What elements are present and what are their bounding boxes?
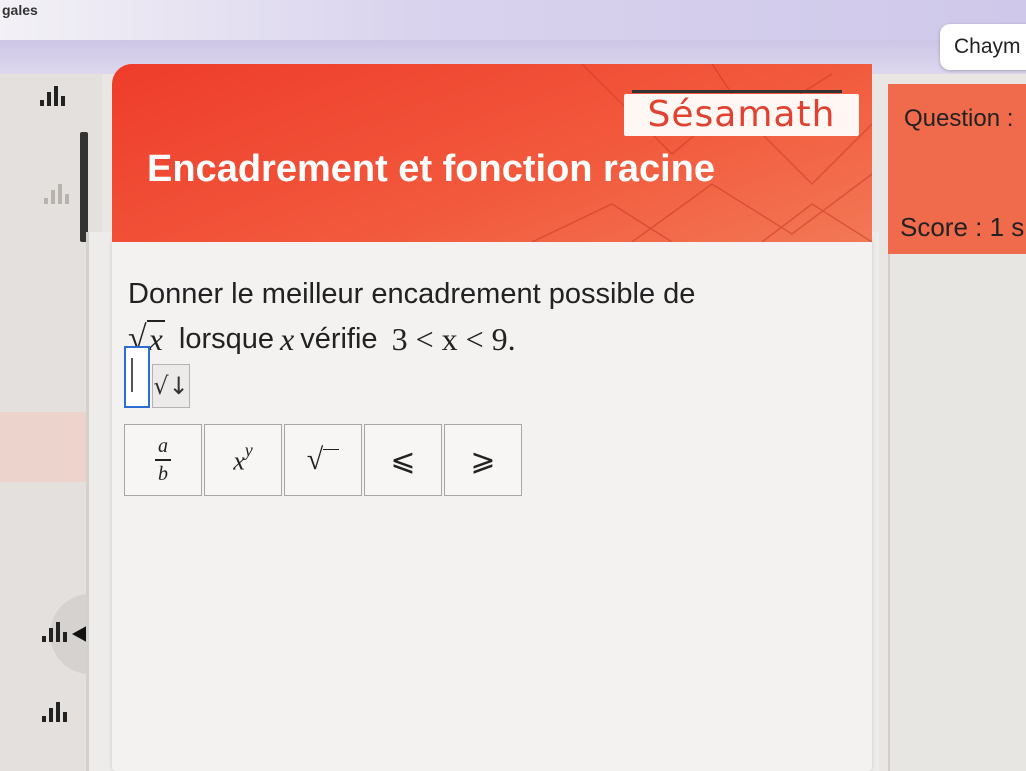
- exercise-banner: Sésamath Encadrement et fonction racine: [112, 64, 872, 242]
- sidebar-highlight-band: [0, 412, 86, 482]
- power-base: x: [233, 446, 245, 476]
- answer-input[interactable]: [124, 346, 150, 408]
- stats-icon[interactable]: [42, 622, 68, 642]
- stats-icon[interactable]: [40, 86, 66, 106]
- stats-icon[interactable]: [42, 702, 68, 722]
- condition-variable: x: [280, 320, 295, 357]
- exercise-title: Encadrement et fonction racine: [147, 148, 716, 190]
- power-icon: xy: [233, 440, 253, 477]
- power-exponent: y: [244, 439, 253, 460]
- question-prompt: Donner le meilleur encadrement possible …: [128, 278, 696, 310]
- sqrt-icon: √: [307, 443, 340, 477]
- sqrt-down-arrow-icon[interactable]: √↓: [152, 364, 190, 408]
- sqrt-key[interactable]: √: [284, 424, 362, 496]
- sidebar-divider: [80, 132, 88, 242]
- question-condition-line: √ x lorsque x vérifie 3 < x < 9.: [128, 320, 516, 358]
- top-bar-title: gales: [2, 2, 38, 18]
- fraction-key[interactable]: a b: [124, 424, 202, 496]
- exercise-panel: [112, 238, 872, 771]
- info-panel-lower: [888, 254, 1026, 771]
- fraction-numerator: a: [158, 435, 168, 458]
- less-equal-key[interactable]: ⩽: [364, 424, 442, 496]
- condition-verb: vérifie: [300, 322, 378, 355]
- condition-word: lorsque: [178, 322, 274, 355]
- fraction-icon: a b: [155, 436, 171, 484]
- top-bar: gales: [0, 0, 1026, 40]
- stats-icon[interactable]: [44, 184, 70, 204]
- power-key[interactable]: xy: [204, 424, 282, 496]
- user-name-chip[interactable]: Chaym: [940, 24, 1026, 70]
- question-counter-label: Question :: [904, 105, 1014, 132]
- less-equal-icon: ⩽: [390, 442, 416, 478]
- greater-equal-icon: ⩾: [470, 442, 496, 478]
- math-keyboard: a b xy √ ⩽ ⩾: [124, 424, 524, 496]
- brand-overline: [632, 90, 842, 93]
- greater-equal-key[interactable]: ⩾: [444, 424, 522, 496]
- sesamath-logo: Sésamath: [624, 94, 859, 136]
- text-cursor: [131, 358, 133, 392]
- condition-inequality: 3 < x < 9.: [391, 320, 516, 357]
- fraction-denominator: b: [158, 462, 168, 485]
- score-label: Score : 1 s: [900, 212, 1025, 242]
